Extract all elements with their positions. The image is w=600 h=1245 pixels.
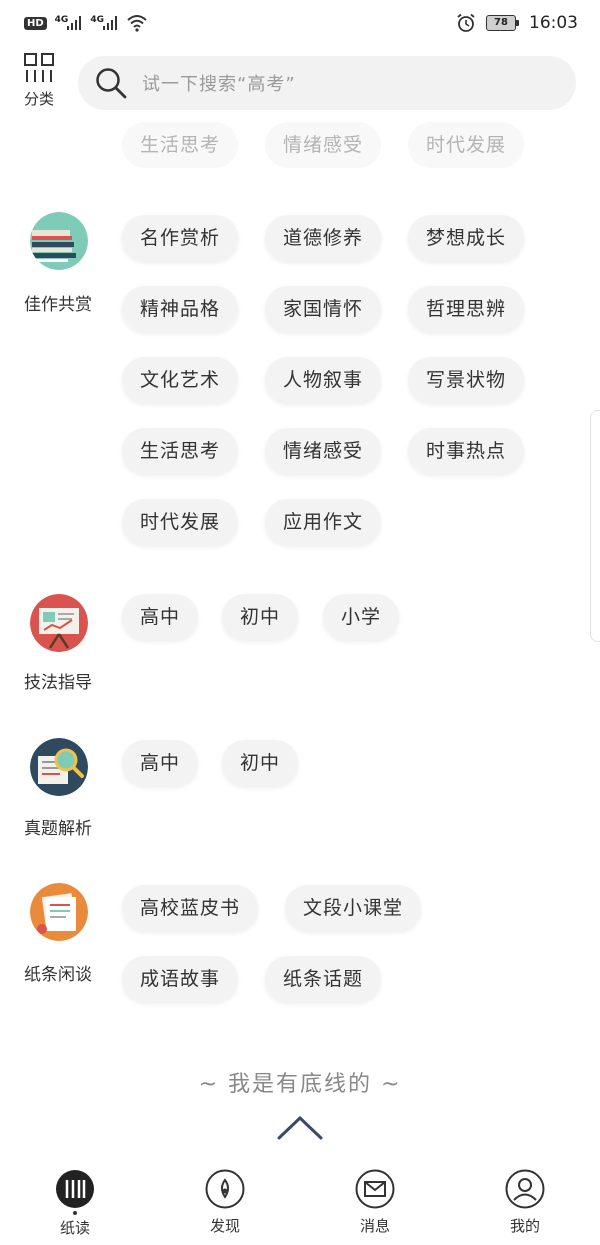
battery-level: 78: [486, 15, 516, 31]
top-chip[interactable]: 时代发展: [408, 122, 525, 168]
category-label: 分类: [23, 90, 54, 108]
hd-badge: HD: [24, 16, 47, 30]
section-label-exam-analysis: 真题解析: [24, 819, 92, 839]
chip-tag[interactable]: 精神品格: [122, 286, 239, 332]
compass-icon: [205, 1169, 245, 1209]
nav-label: 消息: [359, 1217, 390, 1235]
chip-tag[interactable]: 应用作文: [265, 499, 382, 545]
chip-tag[interactable]: 初中: [222, 740, 299, 786]
top-chip[interactable]: 生活思考: [122, 122, 239, 168]
nav-label: 我的: [509, 1217, 540, 1235]
signal-2: 4G: [90, 15, 118, 31]
chip-tag[interactable]: 家国情怀: [265, 286, 382, 332]
profile-icon: [505, 1169, 545, 1209]
search-placeholder: 试一下搜索“高考”: [142, 74, 296, 95]
chip-tag[interactable]: 名作赏析: [122, 215, 239, 261]
search-input[interactable]: 试一下搜索“高考”: [78, 56, 576, 110]
nav-item-messages[interactable]: 消息: [300, 1155, 450, 1245]
nav-item-profile[interactable]: 我的: [450, 1155, 600, 1245]
read-icon: [56, 1170, 94, 1208]
chip-tag[interactable]: 时代发展: [122, 499, 239, 545]
status-left: HD 4G 4G: [24, 14, 148, 32]
network-label-1: 4G: [54, 15, 69, 25]
books-icon[interactable]: [30, 212, 88, 270]
chip-tag[interactable]: 梦想成长: [408, 215, 525, 261]
category-button[interactable]: 分类: [16, 52, 62, 114]
active-indicator: [73, 1211, 77, 1215]
signal-bars-icon: [102, 16, 117, 30]
signal-bars-icon: [67, 16, 82, 30]
chip-tag[interactable]: 文段小课堂: [285, 885, 422, 931]
chip-tag[interactable]: 成语故事: [122, 956, 239, 1002]
back-to-top-icon[interactable]: [276, 1112, 324, 1142]
nav-item-read[interactable]: 纸读: [0, 1155, 150, 1245]
chip-tag[interactable]: 文化艺术: [122, 357, 239, 403]
chip-tag[interactable]: 高中: [122, 740, 199, 786]
header-search-row: 分类 试一下搜索“高考”: [0, 52, 600, 116]
chip-tag[interactable]: 时事热点: [408, 428, 525, 474]
chip-tag[interactable]: 初中: [222, 594, 299, 640]
chip-tag[interactable]: 生活思考: [122, 428, 239, 474]
chip-tag[interactable]: 情绪感受: [265, 428, 382, 474]
chip-tag[interactable]: 哲理思辨: [408, 286, 525, 332]
chip-tag[interactable]: 小学: [323, 594, 400, 640]
chip-tag[interactable]: 写景状物: [408, 357, 525, 403]
presentation-board-icon[interactable]: [30, 594, 88, 652]
status-right: 78 16:03: [456, 13, 578, 33]
nav-item-discover[interactable]: 发现: [150, 1155, 300, 1245]
chip-tag[interactable]: 人物叙事: [265, 357, 382, 403]
grid-category-icon: [24, 53, 54, 82]
end-of-list-note: ~ 我是有底线的 ~: [198, 1072, 402, 1097]
status-bar: HD 4G 4G 78 16:03: [0, 0, 600, 46]
section-label-notes-chat: 纸条闲谈: [24, 965, 92, 985]
magnifier-document-icon[interactable]: [30, 738, 88, 796]
chip-tag[interactable]: 高中: [122, 594, 199, 640]
nav-label: 发现: [209, 1217, 240, 1235]
clock-time: 16:03: [529, 13, 578, 33]
side-drawer-handle[interactable]: [590, 410, 600, 642]
bottom-nav: 纸读 发现 消息 我的: [0, 1155, 600, 1245]
nav-label: 纸读: [59, 1219, 90, 1237]
battery-indicator: 78: [486, 15, 519, 31]
alarm-clock-icon: [457, 13, 475, 32]
top-chip[interactable]: 情绪感受: [265, 122, 382, 168]
network-label-2: 4G: [90, 15, 104, 25]
chip-tag[interactable]: 高校蓝皮书: [122, 885, 259, 931]
chip-tag[interactable]: 纸条话题: [265, 956, 382, 1002]
section-label-featured: 佳作共赏: [24, 295, 92, 315]
search-icon: [96, 68, 127, 99]
wifi-icon: [127, 15, 147, 32]
battery-tip: [516, 20, 519, 26]
chip-tag[interactable]: 道德修养: [265, 215, 382, 261]
section-label-technique: 技法指导: [24, 673, 92, 693]
notes-icon[interactable]: [30, 883, 88, 941]
mail-icon: [355, 1169, 395, 1209]
signal-1: 4G: [55, 15, 83, 31]
